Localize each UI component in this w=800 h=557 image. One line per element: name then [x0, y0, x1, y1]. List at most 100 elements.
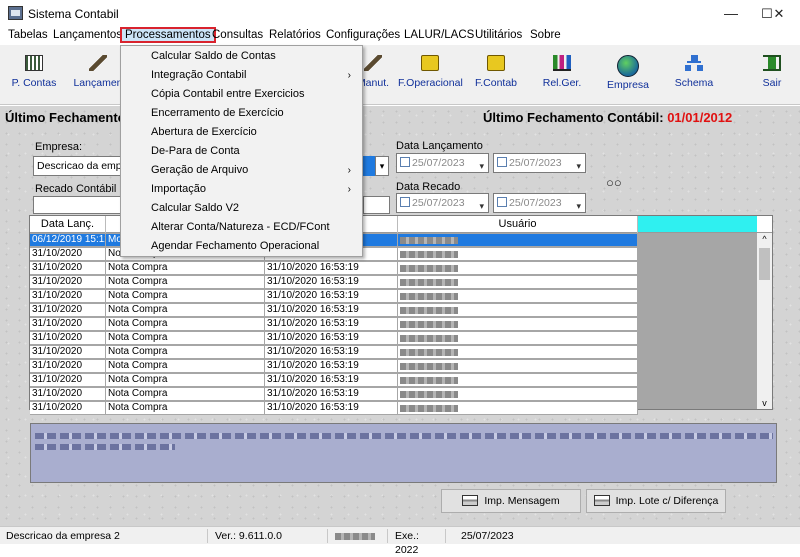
table-row[interactable]: 31/10/2020Nota Compra31/10/2020 16:53:19 [30, 346, 638, 359]
cell-user-redacted [398, 346, 638, 359]
table-row[interactable]: 31/10/2020Nota Compra31/10/2020 16:53:19 [30, 262, 638, 275]
chevron-down-icon[interactable]: ▾ [479, 197, 484, 215]
table-row[interactable]: 31/10/2020Nota Compra31/10/2020 16:53:19 [30, 360, 638, 373]
checkbox-icon[interactable] [400, 197, 410, 207]
cell-type: Nota Compra [106, 290, 265, 303]
p-contas-button[interactable]: P. Contas [8, 53, 60, 101]
status-user-redacted [332, 529, 388, 543]
menu-tabelas[interactable]: Tabelas [5, 28, 51, 44]
cell-date: 31/10/2020 [30, 374, 106, 387]
menu-lancamentos[interactable]: Lançamentos [50, 28, 125, 44]
cell-date: 31/10/2020 [30, 332, 106, 345]
recado-input[interactable] [33, 196, 123, 214]
table-row[interactable]: 31/10/2020Nota Compra31/10/2020 16:53:19 [30, 276, 638, 289]
menu-item[interactable]: Abertura de Exercício [122, 123, 361, 142]
menu-processamentos[interactable]: Processamentos [120, 27, 216, 43]
menu-bar: Tabelas Lançamentos Processamentos Consu… [0, 27, 800, 45]
f-contab-button[interactable]: F.Contab [472, 53, 520, 101]
table-row[interactable]: 31/10/2020Nota Compra31/10/2020 16:53:19 [30, 374, 638, 387]
glasses-icon[interactable]: ○○ [606, 175, 622, 190]
recado-label: Recado Contábil [35, 183, 117, 195]
cell-type: Nota Compra [106, 388, 265, 401]
menu-consultas[interactable]: Consultas [209, 28, 266, 44]
menu-item[interactable]: Integração Contabil › [122, 66, 361, 85]
chevron-down-icon[interactable]: ▾ [576, 157, 581, 175]
vertical-scrollbar[interactable]: ^ v [757, 233, 772, 409]
imp-lote-button[interactable]: Imp. Lote c/ Diferença [586, 489, 726, 513]
chevron-down-icon[interactable]: ▾ [375, 156, 389, 176]
cell-type: Nota Compra [106, 332, 265, 345]
cell-timestamp: 31/10/2020 16:53:19 [265, 290, 398, 303]
cell-date: 31/10/2020 [30, 402, 106, 415]
data-recado-from[interactable]: 25/07/2023 ▾ [396, 193, 489, 213]
menu-utilitarios[interactable]: Utilitários [472, 28, 525, 44]
table-row[interactable]: 31/10/2020Nota Compra31/10/2020 16:53:19 [30, 304, 638, 317]
menu-relatorios[interactable]: Relatórios [266, 28, 324, 44]
redacted-text [400, 335, 458, 342]
imp-mensagem-button[interactable]: Imp. Mensagem [441, 489, 581, 513]
ledger-icon [25, 55, 43, 71]
close-button[interactable]: ✕ [756, 0, 800, 27]
title-bar: Sistema Contabil — ☐ ✕ [0, 0, 800, 27]
checkbox-icon[interactable] [497, 197, 507, 207]
cell-user-redacted [398, 360, 638, 373]
col-usuario[interactable]: Usuário [398, 216, 638, 233]
data-recado-label: Data Recado [396, 181, 461, 193]
lancamentos-button[interactable]: Lançamen [72, 53, 124, 101]
status-version: Ver.: 9.611.0.0 [212, 529, 328, 543]
data-recado-to[interactable]: 25/07/2023 ▾ [493, 193, 586, 213]
chevron-down-icon[interactable]: v [757, 398, 772, 408]
cell-timestamp: 31/10/2020 16:53:19 [265, 332, 398, 345]
rel-ger-button[interactable]: Rel.Ger. [538, 53, 586, 101]
menu-item[interactable]: Calcular Saldo de Contas [122, 47, 361, 66]
table-row[interactable]: 31/10/2020Nota Compra31/10/2020 16:53:19 [30, 332, 638, 345]
cell-timestamp: 31/10/2020 16:53:19 [265, 374, 398, 387]
menu-item[interactable]: De-Para de Conta [122, 142, 361, 161]
status-date: 25/07/2023 [461, 530, 514, 542]
cell-user-redacted [398, 332, 638, 345]
sair-button[interactable]: Sair [752, 53, 792, 101]
checkbox-icon[interactable] [400, 157, 410, 167]
col-data-lanc[interactable]: Data Lanç. [30, 216, 106, 233]
menu-item[interactable]: Encerramento de Exercício [122, 104, 361, 123]
menu-sobre[interactable]: Sobre [527, 28, 564, 44]
cell-type: Nota Compra [106, 374, 265, 387]
menu-lalur-lacs[interactable]: LALUR/LACS [401, 28, 477, 44]
redacted-text [35, 433, 773, 439]
cell-date: 31/10/2020 [30, 248, 106, 261]
schema-button[interactable]: Schema [670, 53, 718, 101]
menu-item[interactable]: Importação › [122, 180, 361, 199]
menu-item[interactable]: Calcular Saldo V2 [122, 199, 361, 218]
cell-date: 31/10/2020 [30, 290, 106, 303]
table-row[interactable]: 31/10/2020Nota Compra31/10/2020 16:53:19 [30, 402, 638, 415]
chevron-down-icon[interactable]: ▾ [479, 157, 484, 175]
cell-date: 31/10/2020 [30, 262, 106, 275]
redacted-text [400, 377, 458, 384]
table-row[interactable]: 31/10/2020Nota Compra31/10/2020 16:53:19 [30, 388, 638, 401]
status-company: Descricao da empresa 2 [3, 529, 208, 543]
empresa-button[interactable]: Empresa [604, 53, 652, 101]
chevron-down-icon[interactable]: ▾ [576, 197, 581, 215]
f-operacional-button[interactable]: F.Operacional [398, 53, 463, 101]
data-lancamento-from[interactable]: 25/07/2023 ▾ [396, 153, 489, 173]
scroll-thumb[interactable] [759, 248, 770, 280]
table-row[interactable]: 31/10/2020Nota Compra31/10/2020 16:53:19 [30, 318, 638, 331]
recado-input-end[interactable] [363, 196, 390, 214]
redacted-text [400, 279, 458, 286]
menu-item[interactable]: Geração de Arquivo › [122, 161, 361, 180]
empresa-select[interactable]: Descricao da empre [33, 156, 123, 176]
org-chart-icon [685, 55, 703, 71]
table-row[interactable]: 31/10/2020Nota Compra31/10/2020 16:53:19 [30, 290, 638, 303]
checkbox-icon[interactable] [497, 157, 507, 167]
chevron-right-icon: › [347, 165, 351, 176]
data-lancamento-to[interactable]: 25/07/2023 ▾ [493, 153, 586, 173]
redacted-text [35, 444, 175, 450]
chevron-up-icon[interactable]: ^ [757, 234, 772, 244]
redacted-text [400, 405, 458, 412]
menu-item[interactable]: Alterar Conta/Natureza - ECD/FCont [122, 218, 361, 237]
cell-date: 31/10/2020 [30, 304, 106, 317]
menu-configuracoes[interactable]: Configurações [323, 28, 403, 44]
redacted-text [400, 349, 458, 356]
menu-item[interactable]: Cópia Contabil entre Exercicios [122, 85, 361, 104]
menu-item[interactable]: Agendar Fechamento Operacional [122, 237, 361, 256]
